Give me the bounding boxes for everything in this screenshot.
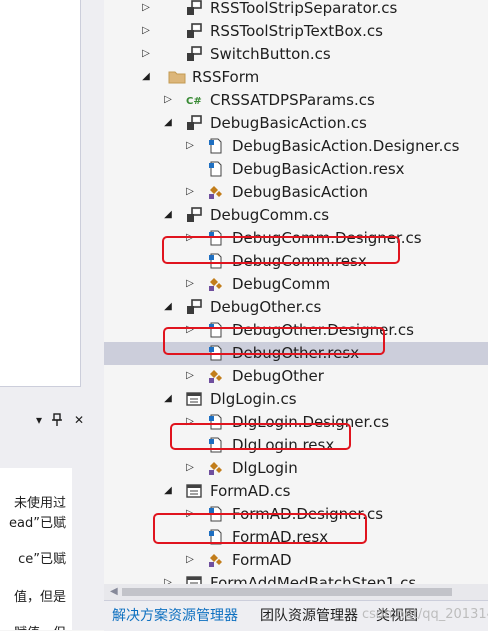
collapsed-arrow-icon[interactable]: ▷ xyxy=(184,553,196,567)
left-panel: ▾ ✕ 未使用过 ead”已赋 ce”已赋 值，但是 赋值，但 xyxy=(0,0,104,630)
tree-item[interactable]: ▷ C# CRSSATDPSParams.cs xyxy=(104,89,488,112)
tree-item-label: RSSToolStripSeparator.cs xyxy=(210,0,398,17)
tree-item-label: FormAD.cs xyxy=(210,482,291,500)
output-line: 值，但是 xyxy=(13,590,66,605)
tree-item[interactable]: ▷ DebugBasicAction.Designer.cs xyxy=(104,135,488,158)
output-line: 未使用过 xyxy=(13,496,66,511)
svg-text:C#: C# xyxy=(186,96,202,107)
tree-item-label: DebugBasicAction.cs xyxy=(210,114,367,132)
tree-item[interactable]: ◢ DlgLogin.cs xyxy=(104,388,488,411)
tree-item[interactable]: ▷ DebugBasicAction xyxy=(104,181,488,204)
tree-item[interactable]: ▷ FormAD xyxy=(104,549,488,572)
resx-file-icon xyxy=(208,161,224,177)
tree-item-label: DebugOther xyxy=(232,367,324,385)
component-icon xyxy=(186,299,202,315)
expanded-arrow-icon[interactable]: ◢ xyxy=(162,300,174,314)
folder-icon xyxy=(168,69,186,85)
collapsed-arrow-icon[interactable]: ▷ xyxy=(184,277,196,291)
output-line: ce”已赋 xyxy=(18,552,66,567)
highlight-box xyxy=(162,236,400,264)
output-line: ead”已赋 xyxy=(9,516,66,531)
tree-item[interactable]: ◢ DebugBasicAction.cs xyxy=(104,112,488,135)
tree-item-label: SwitchButton.cs xyxy=(210,45,331,63)
tree-item[interactable]: DebugBasicAction.resx xyxy=(104,158,488,181)
horizontal-scrollbar[interactable]: ◀ xyxy=(104,584,488,600)
component-icon xyxy=(186,23,202,39)
form-icon xyxy=(186,391,202,407)
component-icon xyxy=(186,115,202,131)
form-icon xyxy=(186,483,202,499)
collapsed-arrow-icon[interactable]: ▷ xyxy=(140,24,152,38)
scroll-left-icon[interactable]: ◀ xyxy=(110,586,118,597)
highlight-box xyxy=(163,327,385,355)
output-panel-header: ▾ ✕ xyxy=(0,406,96,436)
tree-item[interactable]: ▷ DlgLogin xyxy=(104,457,488,480)
expanded-arrow-icon[interactable]: ◢ xyxy=(162,392,174,406)
expanded-arrow-icon[interactable]: ◢ xyxy=(162,208,174,222)
class-icon xyxy=(208,460,224,476)
form-icon xyxy=(186,575,202,584)
expanded-arrow-icon[interactable]: ◢ xyxy=(140,70,152,84)
tree-item-label: RSSToolStripTextBox.cs xyxy=(210,22,383,40)
class-icon xyxy=(208,184,224,200)
tree-item-label: FormAddMedBatchStep1.cs xyxy=(210,574,417,584)
designer-file-icon xyxy=(208,138,224,154)
class-icon xyxy=(208,368,224,384)
csharp-file-icon: C# xyxy=(186,92,202,108)
tree-item[interactable]: ▷ RSSToolStripTextBox.cs xyxy=(104,20,488,43)
tree-item[interactable]: ▷ FormAddMedBatchStep1.cs xyxy=(104,572,488,584)
output-text: 未使用过 ead”已赋 ce”已赋 值，但是 赋值，但 xyxy=(0,468,72,630)
tree-item-label: CRSSATDPSParams.cs xyxy=(210,91,375,109)
tree-item-label: DebugBasicAction.Designer.cs xyxy=(232,137,460,155)
tree-item[interactable]: ▷ SwitchButton.cs xyxy=(104,43,488,66)
tree-item[interactable]: ▷ DebugComm xyxy=(104,273,488,296)
tree-item-label: RSSForm xyxy=(192,68,260,86)
close-icon[interactable]: ✕ xyxy=(74,413,84,427)
dropdown-arrow-icon[interactable]: ▾ xyxy=(36,413,42,427)
tree-item[interactable]: ◢ FormAD.cs xyxy=(104,480,488,503)
tab-solution-explorer[interactable]: 解决方案资源管理器 xyxy=(112,605,238,625)
tree-item[interactable]: ◢ DebugOther.cs xyxy=(104,296,488,319)
tree-item-label: DebugBasicAction xyxy=(232,183,369,201)
tree-item-label: DlgLogin xyxy=(232,459,298,477)
collapsed-arrow-icon[interactable]: ▷ xyxy=(140,1,152,15)
expanded-arrow-icon[interactable]: ◢ xyxy=(162,484,174,498)
collapsed-arrow-icon[interactable]: ▷ xyxy=(184,461,196,475)
component-icon xyxy=(186,207,202,223)
tree-item-label: DebugOther.cs xyxy=(210,298,322,316)
collapsed-arrow-icon[interactable]: ▷ xyxy=(184,139,196,153)
collapsed-arrow-icon[interactable]: ▷ xyxy=(162,93,174,107)
component-icon xyxy=(186,0,202,16)
tree-item-label: FormAD xyxy=(232,551,292,569)
tree-item[interactable]: ▷ RSSToolStripSeparator.cs xyxy=(104,0,488,20)
editor-area xyxy=(0,0,81,387)
output-line: 赋值，但 xyxy=(14,622,66,630)
tree-item-label: DebugBasicAction.resx xyxy=(232,160,405,178)
class-icon xyxy=(208,276,224,292)
scrollbar-thumb[interactable] xyxy=(122,588,452,596)
expanded-arrow-icon[interactable]: ◢ xyxy=(162,116,174,130)
collapsed-arrow-icon[interactable]: ▷ xyxy=(140,47,152,61)
class-icon xyxy=(208,552,224,568)
collapsed-arrow-icon[interactable]: ▷ xyxy=(184,369,196,383)
pin-icon[interactable] xyxy=(52,413,64,430)
watermark: csdn.net/qq_20131434 xyxy=(362,607,488,622)
tree-item-label: DlgLogin.cs xyxy=(210,390,297,408)
solution-explorer-tree[interactable]: ▷ RSSToolStripSeparator.cs ▷ RSSToolStripTe… xyxy=(104,0,488,584)
collapsed-arrow-icon[interactable]: ▷ xyxy=(162,576,174,584)
collapsed-arrow-icon[interactable]: ▷ xyxy=(184,185,196,199)
highlight-box xyxy=(170,423,351,450)
tree-item[interactable]: ◢ RSSForm xyxy=(104,66,488,89)
tree-item[interactable]: ◢ DebugComm.cs xyxy=(104,204,488,227)
highlight-box xyxy=(153,513,367,544)
tab-team-explorer[interactable]: 团队资源管理器 xyxy=(260,605,358,625)
component-icon xyxy=(186,46,202,62)
tree-item-label: DebugComm xyxy=(232,275,331,293)
tree-item[interactable]: ▷ DebugOther xyxy=(104,365,488,388)
bottom-tab-bar: 解决方案资源管理器 团队资源管理器 类视图 csdn.net/qq_201314… xyxy=(104,600,488,631)
tree-item-label: DebugComm.cs xyxy=(210,206,330,224)
